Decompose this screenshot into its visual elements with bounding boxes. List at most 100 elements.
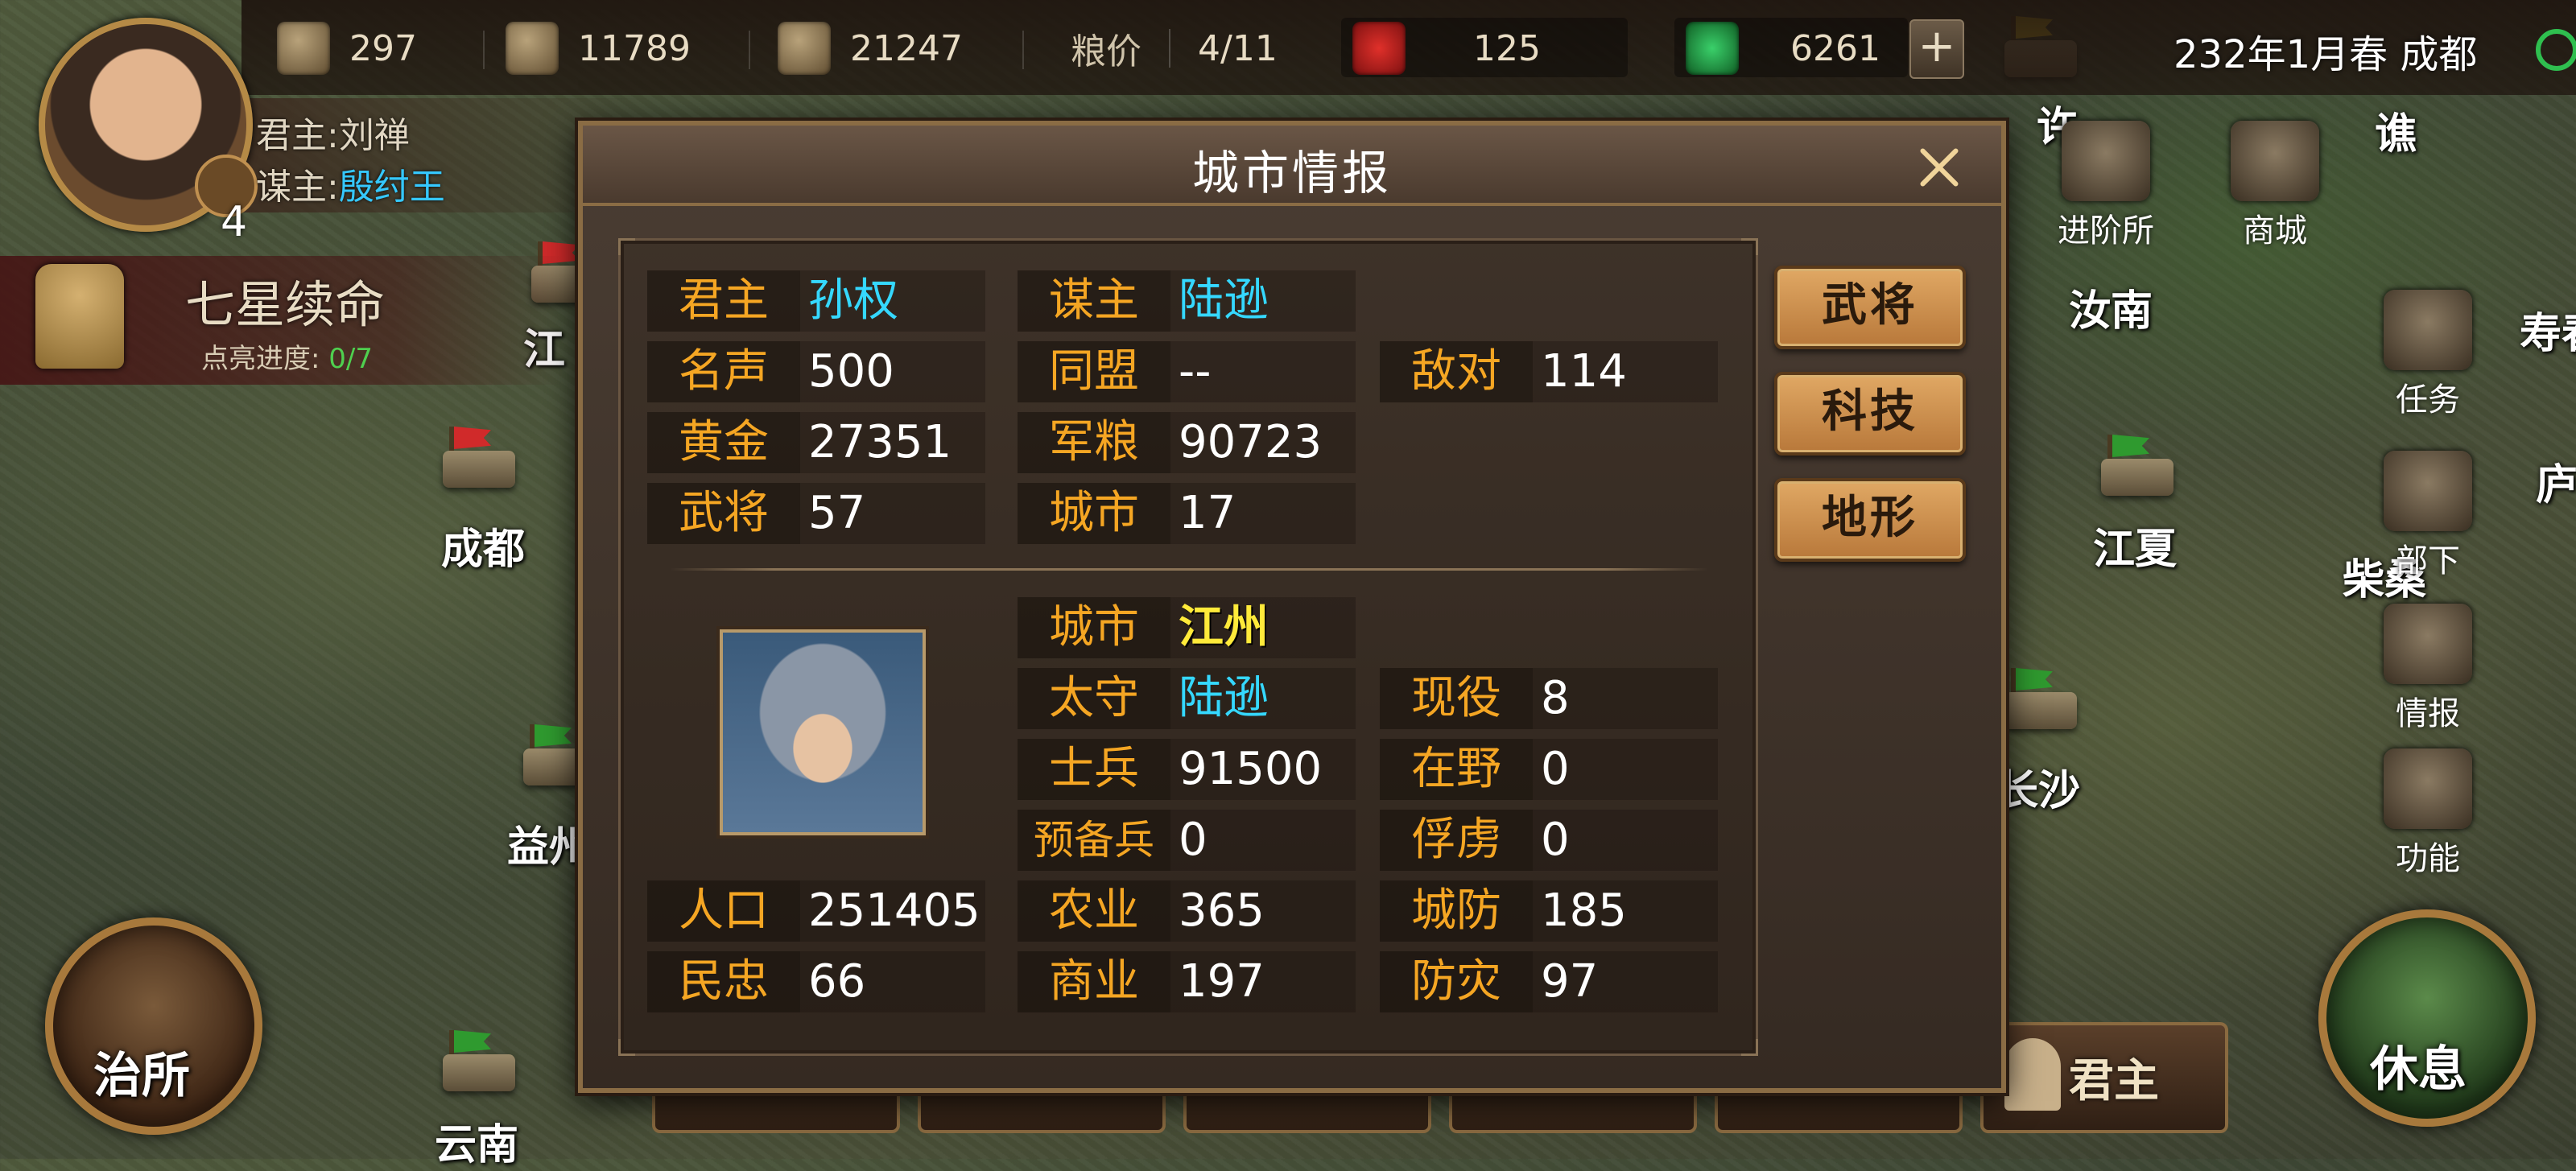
- close-icon[interactable]: [1914, 143, 1963, 192]
- governor-portrait[interactable]: [720, 629, 926, 835]
- seven-stars-progress: 点亮进度: 0/7: [201, 336, 373, 376]
- sidebar-intel[interactable]: 情报: [2380, 604, 2476, 734]
- rest-button-label: 休息: [2370, 1041, 2467, 1098]
- stat-label: 同盟: [1018, 341, 1170, 402]
- stat-label: 预备兵: [1018, 810, 1170, 871]
- stat-value: 197: [1170, 951, 1356, 1012]
- map-label-qiao[interactable]: 谯: [2375, 100, 2417, 160]
- stat-label: 城市: [1018, 597, 1170, 658]
- stat-value: 江州: [1170, 597, 1356, 658]
- resource-gold: 297: [277, 18, 417, 79]
- stat-value: 27351: [800, 412, 985, 473]
- stat-value: 57: [800, 483, 985, 544]
- resource-jade: 6261: [1686, 18, 1880, 79]
- stone-icon: [506, 22, 559, 75]
- gear-icon: [2384, 748, 2472, 829]
- signal-icon: [2536, 29, 2576, 71]
- generals-button[interactable]: 武将: [1774, 266, 1966, 349]
- stat-label: 人口: [647, 880, 800, 942]
- shop-icon: [2231, 121, 2319, 201]
- grain-price-value: 4/11: [1198, 27, 1278, 69]
- sidebar-quest[interactable]: 任务: [2380, 290, 2476, 420]
- map-label-jiangxia[interactable]: 江夏: [2093, 515, 2177, 575]
- stat-label: 商业: [1018, 951, 1170, 1012]
- corner-ornament: [618, 1039, 635, 1056]
- tech-button[interactable]: 科技: [1774, 372, 1966, 456]
- map-label-shou[interactable]: 寿春: [2520, 299, 2576, 360]
- stat-value: 0: [1170, 810, 1356, 871]
- sidebar-advance-label: 进阶所: [2058, 212, 2154, 249]
- stat-value: 251405: [800, 880, 985, 942]
- lord-name: 刘禅: [338, 115, 410, 156]
- grain-price-label: 粮价: [1071, 31, 1141, 72]
- bottom-tab-lord-label: 君主: [2069, 1055, 2159, 1107]
- stat-label: 俘虏: [1380, 810, 1533, 871]
- advisor-name: 殷纣王: [338, 167, 445, 208]
- section-divider: [670, 568, 1708, 571]
- stat-label: 黄金: [647, 412, 800, 473]
- city-marker-changsha[interactable]: [1996, 668, 2085, 732]
- map-label-chengdu[interactable]: 成都: [441, 515, 525, 575]
- corner-ornament: [1741, 238, 1758, 255]
- advisor-line: 谋主:殷纣王: [256, 158, 445, 209]
- stat-label: 士兵: [1018, 739, 1170, 800]
- map-label-lu[interactable]: 庐: [2536, 451, 2576, 511]
- avatar-badge-count: 4: [221, 198, 248, 246]
- resource-token-value: 125: [1473, 27, 1541, 69]
- stat-label: 军粮: [1018, 412, 1170, 473]
- seven-stars-title: 七星续命: [185, 275, 386, 334]
- progress-label: 点亮进度:: [201, 343, 320, 375]
- stat-value: 97: [1533, 951, 1718, 1012]
- sidebar-intel-label: 情报: [2396, 695, 2460, 732]
- stat-label: 农业: [1018, 880, 1170, 942]
- dialog-header: 城市情报: [583, 126, 2001, 206]
- add-currency-button[interactable]: +: [1909, 19, 1964, 79]
- map-label-runan[interactable]: 汝南: [2069, 277, 2153, 337]
- scroll-icon: [2384, 290, 2472, 370]
- stat-value: 91500: [1170, 739, 1356, 800]
- stat-value: 孙权: [800, 270, 985, 332]
- sidebar-shop[interactable]: 商城: [2227, 121, 2323, 251]
- stat-label: 敌对: [1380, 341, 1533, 402]
- sidebar-subordinates-label: 部下: [2396, 542, 2460, 579]
- stat-value: --: [1170, 341, 1356, 402]
- sidebar-subordinates[interactable]: 部下: [2380, 451, 2476, 581]
- divider: [1022, 31, 1024, 69]
- city-marker-jiangxia[interactable]: [2093, 435, 2182, 499]
- resource-wood: 21247: [778, 18, 963, 79]
- stat-value: 陆逊: [1170, 668, 1356, 729]
- map-label-changsha[interactable]: 长沙: [1996, 757, 2080, 817]
- stat-value: 185: [1533, 880, 1718, 942]
- map-label-yunnan[interactable]: 云南: [435, 1111, 518, 1171]
- stat-label: 在野: [1380, 739, 1533, 800]
- resource-stone-value: 11789: [578, 27, 691, 69]
- sidebar-shop-label: 商城: [2243, 212, 2307, 249]
- corner-ornament: [618, 238, 635, 255]
- lord-figure-icon: [2004, 1038, 2061, 1111]
- divider: [1169, 29, 1170, 68]
- grain-price: 粮价 4/11: [1071, 18, 1278, 79]
- lord-line: 君主:刘禅: [256, 106, 410, 158]
- stat-value: 陆逊: [1170, 270, 1356, 332]
- stat-label: 防灾: [1380, 951, 1533, 1012]
- sidebar-functions[interactable]: 功能: [2380, 748, 2476, 879]
- red-token-icon: [1352, 22, 1406, 75]
- date-location: 232年1月春 成都: [2174, 32, 2478, 77]
- book-icon: [2384, 604, 2472, 684]
- helmet-icon: [2384, 451, 2472, 531]
- stat-value: 90723: [1170, 412, 1356, 473]
- terrain-button[interactable]: 地形: [1774, 478, 1966, 562]
- stat-label: 城市: [1018, 483, 1170, 544]
- pagoda-icon: [2062, 121, 2150, 201]
- divider: [483, 31, 485, 69]
- resource-stone: 11789: [506, 18, 691, 79]
- stat-value: 66: [800, 951, 985, 1012]
- sidebar-functions-label: 功能: [2396, 840, 2460, 877]
- stat-value: 365: [1170, 880, 1356, 942]
- sidebar-advance[interactable]: 进阶所: [2058, 121, 2154, 251]
- dialog-title: 城市情报: [1191, 146, 1392, 200]
- advisor-label: 谋主:: [256, 167, 339, 208]
- stat-label: 君主: [647, 270, 800, 332]
- city-marker-yunnan[interactable]: [435, 1030, 523, 1095]
- city-marker-chengdu[interactable]: [435, 427, 523, 491]
